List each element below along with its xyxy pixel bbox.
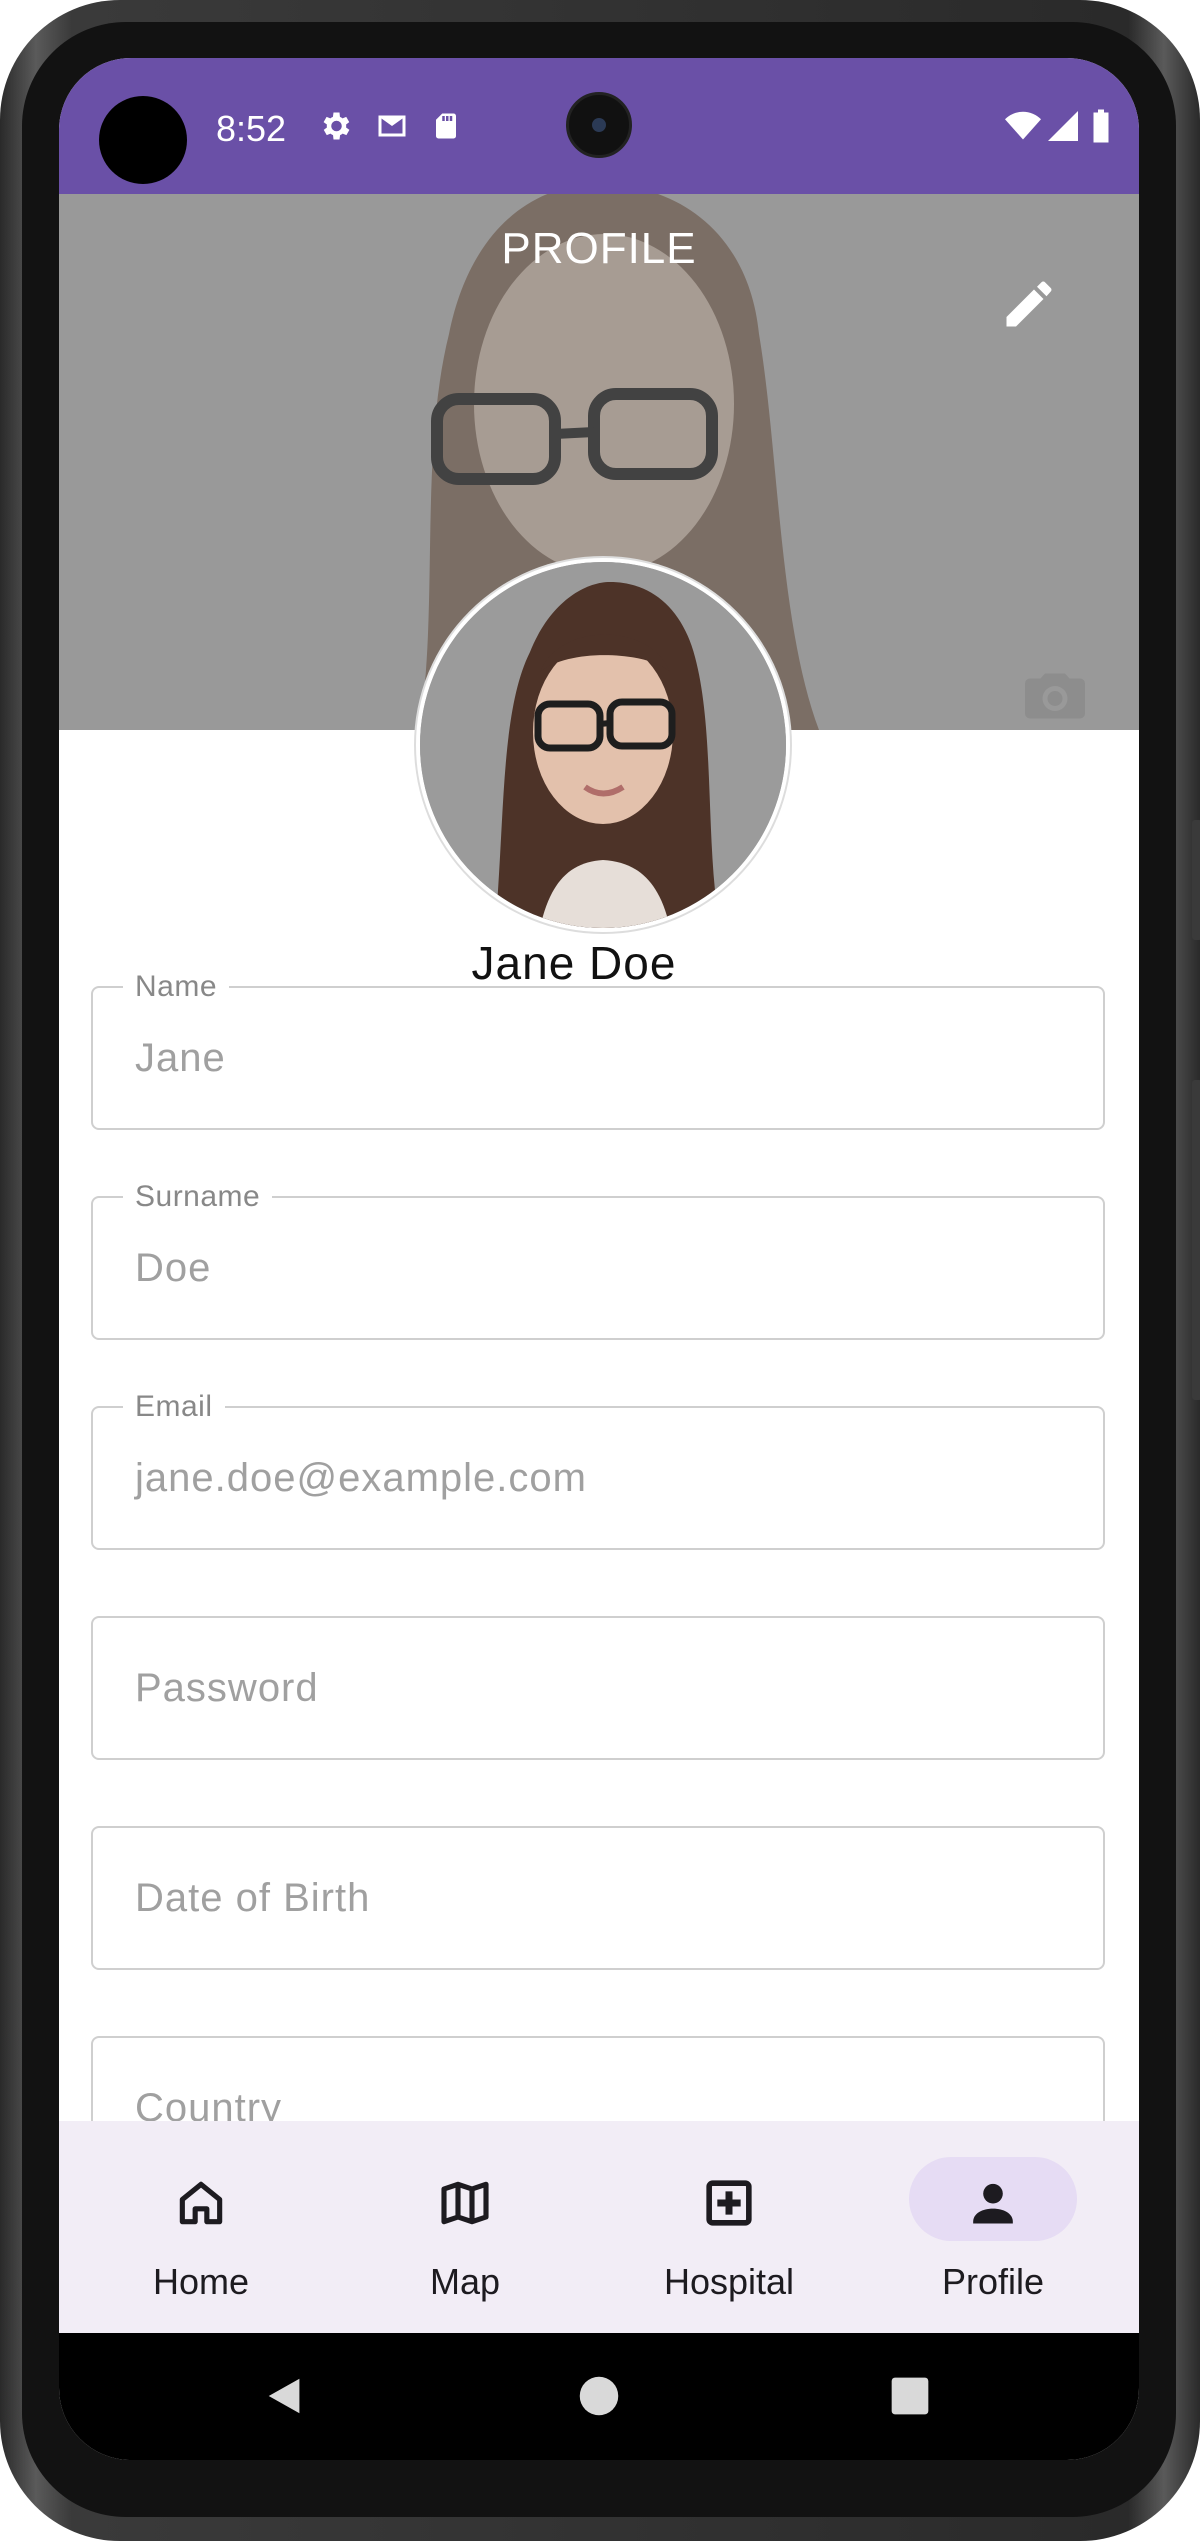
map-icon [441, 2181, 489, 2225]
surname-field[interactable]: Surname Doe [91, 1180, 1105, 1340]
camera-icon[interactable] [1025, 670, 1085, 722]
password-field-placeholder: Password [135, 1666, 319, 1710]
person-icon [973, 2183, 1013, 2224]
power-button [1192, 1080, 1200, 1400]
name-field-label: Name [123, 970, 230, 1004]
home-circle-icon[interactable] [578, 2375, 620, 2417]
recents-icon[interactable] [890, 2376, 930, 2416]
nav-label-map: Map [429, 2261, 501, 2302]
nav-item-profile[interactable]: Profile [861, 2121, 1125, 2333]
screen: 8:52 PROFILE Jane Doe Name Jane Surname … [59, 58, 1139, 2460]
settings-icon [323, 112, 350, 140]
hospital-icon [706, 2180, 752, 2226]
surname-field-value: Doe [135, 1246, 212, 1290]
surname-field-label: Surname [123, 1180, 273, 1214]
name-field[interactable]: Name Jane [91, 970, 1105, 1130]
email-field[interactable]: Email jane.doe@example.com [91, 1390, 1105, 1550]
volume-button [1192, 820, 1200, 940]
battery-icon [1093, 109, 1109, 143]
status-bar: 8:52 [59, 58, 1139, 194]
system-navigation-bar [59, 2333, 1139, 2460]
bottom-navigation: Home Map Hospital Profile [59, 2121, 1139, 2333]
email-field-label: Email [123, 1390, 225, 1424]
date-of-birth-placeholder: Date of Birth [135, 1876, 371, 1920]
avatar-photo [420, 562, 786, 928]
sd-card-icon [436, 113, 456, 139]
avatar[interactable] [416, 558, 790, 932]
nav-item-map[interactable]: Map [333, 2121, 597, 2333]
nav-label-profile: Profile [941, 2261, 1045, 2302]
nav-label-hospital: Hospital [663, 2261, 795, 2302]
back-icon[interactable] [263, 2373, 309, 2419]
pencil-icon[interactable] [999, 274, 1059, 334]
nav-label-home: Home [152, 2261, 250, 2302]
password-field[interactable]: Password [91, 1616, 1105, 1760]
camera-punch-hole [566, 92, 632, 158]
date-of-birth-field[interactable]: Date of Birth [91, 1826, 1105, 1970]
nav-item-hospital[interactable]: Hospital [597, 2121, 861, 2333]
front-camera-cutout [99, 96, 187, 184]
signal-icon [1048, 111, 1078, 141]
wifi-icon [1005, 111, 1041, 140]
status-time: 8:52 [216, 108, 287, 149]
nav-item-home[interactable]: Home [69, 2121, 333, 2333]
name-field-value: Jane [135, 1036, 226, 1080]
email-field-value: jane.doe@example.com [135, 1456, 587, 1500]
home-icon [179, 2181, 223, 2225]
gmail-icon [378, 115, 406, 137]
page-title: PROFILE [501, 224, 697, 273]
phone-frame: 8:52 PROFILE Jane Doe Name Jane Surname … [0, 0, 1200, 2541]
